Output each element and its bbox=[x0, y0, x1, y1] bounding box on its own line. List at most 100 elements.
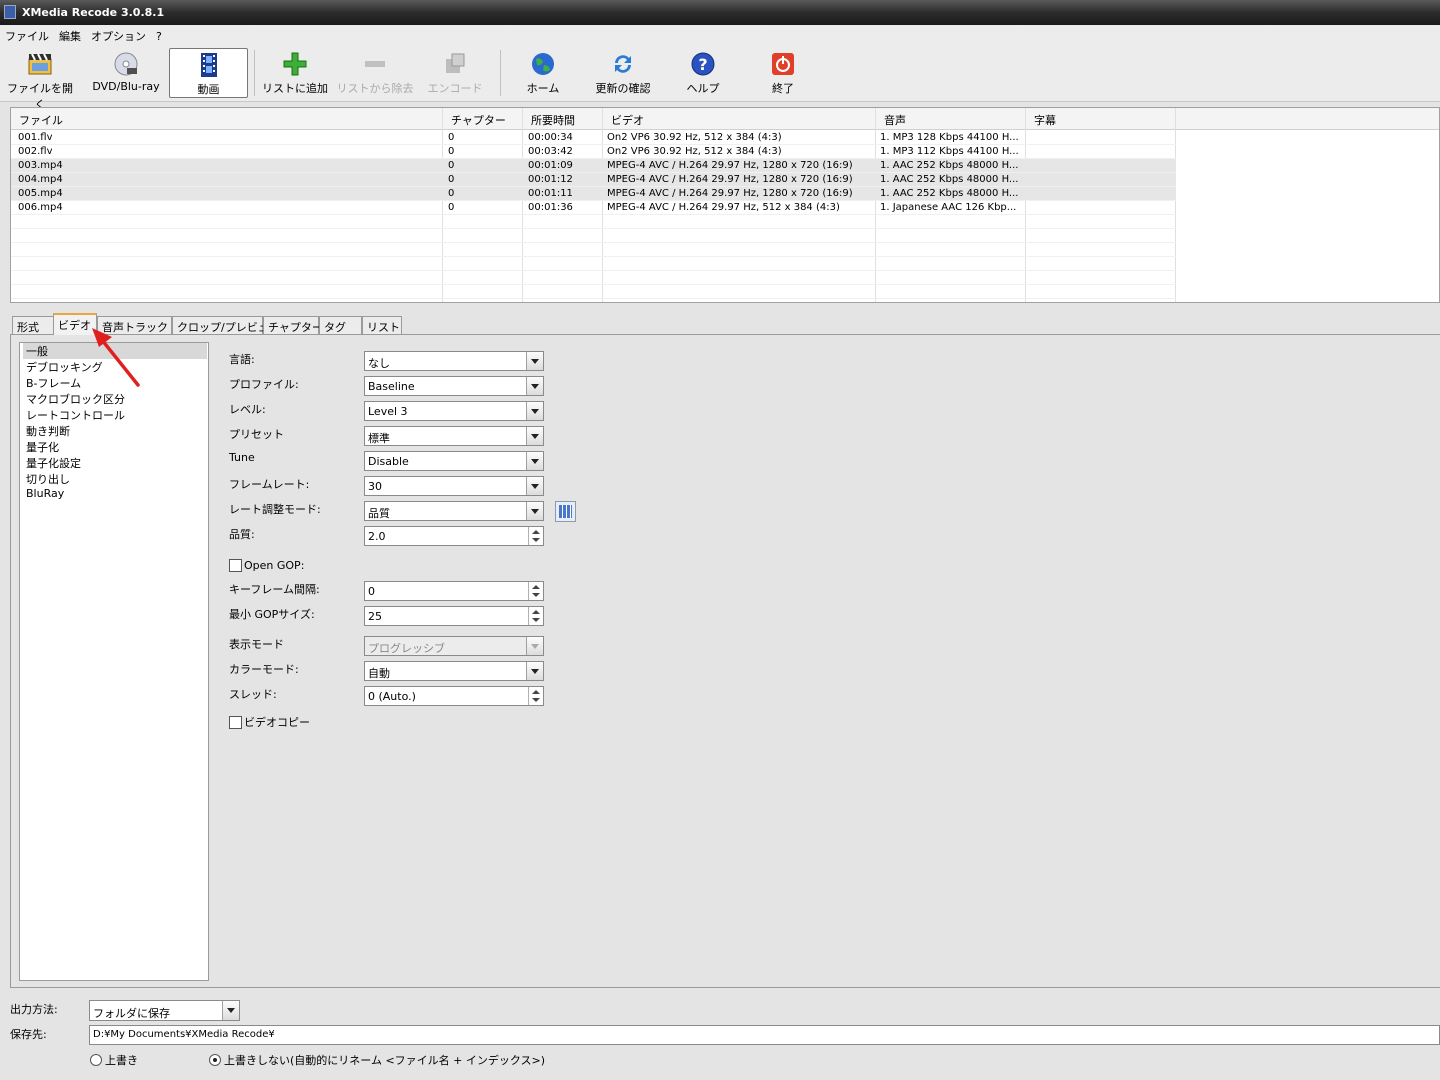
encode-icon bbox=[446, 53, 465, 73]
chevron-down-icon[interactable] bbox=[526, 662, 543, 680]
arrow-down-icon[interactable] bbox=[532, 593, 540, 597]
chevron-down-icon[interactable] bbox=[526, 402, 543, 420]
help-label: ヘルプ bbox=[686, 82, 720, 95]
tune-select[interactable]: Disable bbox=[364, 451, 544, 471]
thread-stepper[interactable]: 0 (Auto.) bbox=[364, 686, 544, 706]
chevron-down-icon[interactable] bbox=[526, 452, 543, 470]
rate-mode-select[interactable]: 品質 bbox=[364, 501, 544, 521]
video-copy-checkbox[interactable]: ビデオコピー bbox=[229, 714, 310, 730]
arrow-down-icon[interactable] bbox=[532, 618, 540, 622]
no-overwrite-radio[interactable]: 上書きしない(自動的にリネーム <ファイル名 + インデックス>) bbox=[209, 1052, 545, 1068]
cell-file: 004.mp4 bbox=[18, 174, 63, 185]
chevron-down-icon[interactable] bbox=[526, 477, 543, 495]
refresh-icon bbox=[615, 55, 631, 73]
spin-buttons[interactable] bbox=[528, 687, 543, 705]
help-button[interactable]: ? ヘルプ bbox=[672, 48, 734, 98]
category-list[interactable]: 一般 デブロッキング B-フレーム マクロブロック区分 レートコントロール 動き… bbox=[19, 342, 209, 981]
category-trim[interactable]: 切り出し bbox=[23, 471, 207, 487]
checkbox-box[interactable] bbox=[229, 559, 242, 572]
radio-button[interactable] bbox=[209, 1054, 221, 1066]
overwrite-radio[interactable]: 上書き bbox=[90, 1052, 138, 1068]
category-quant-settings[interactable]: 量子化設定 bbox=[23, 455, 207, 471]
tab-list[interactable]: リスト bbox=[362, 316, 402, 334]
profile-select[interactable]: Baseline bbox=[364, 376, 544, 396]
title-bar: XMedia Recode 3.0.8.1 bbox=[0, 0, 1440, 25]
cell-duration: 00:01:36 bbox=[528, 202, 573, 213]
spin-buttons[interactable] bbox=[528, 527, 543, 545]
column-header-subtitle[interactable]: 字幕 bbox=[1034, 112, 1056, 128]
file-list[interactable]: ファイル チャプター 所要時間 ビデオ 音声 字幕 001.flv 0 00:00:… bbox=[10, 107, 1440, 303]
table-row[interactable]: 002.flv 0 00:03:42 On2 VP6 30.92 Hz, 512 x … bbox=[11, 145, 1176, 159]
radio-button[interactable] bbox=[90, 1054, 102, 1066]
thread-label: スレッド: bbox=[229, 688, 277, 701]
open-file-button[interactable]: ファイルを開く bbox=[4, 48, 76, 111]
chevron-down-icon[interactable] bbox=[526, 377, 543, 395]
encode-button[interactable]: エンコード bbox=[424, 48, 486, 98]
bitrate-calculator-button[interactable] bbox=[555, 501, 576, 522]
language-select[interactable]: なし bbox=[364, 351, 544, 371]
tab-crop-preview[interactable]: クロップ/プレビュー bbox=[172, 316, 280, 334]
tab-format[interactable]: 形式 bbox=[12, 316, 54, 334]
category-motion[interactable]: 動き判断 bbox=[23, 423, 207, 439]
column-header-video[interactable]: ビデオ bbox=[611, 112, 644, 128]
exit-button[interactable]: 終了 bbox=[752, 48, 814, 98]
column-header-audio[interactable]: 音声 bbox=[884, 112, 906, 128]
min-gop-stepper[interactable]: 25 bbox=[364, 606, 544, 626]
level-select[interactable]: Level 3 bbox=[364, 401, 544, 421]
arrow-up-icon[interactable] bbox=[532, 610, 540, 614]
chevron-down-icon[interactable] bbox=[526, 352, 543, 370]
framerate-select[interactable]: 30 bbox=[364, 476, 544, 496]
category-quantization[interactable]: 量子化 bbox=[23, 439, 207, 455]
preset-select[interactable]: 標準 bbox=[364, 426, 544, 446]
arrow-up-icon[interactable] bbox=[532, 530, 540, 534]
framerate-label: フレームレート: bbox=[229, 478, 310, 491]
quality-value: 2.0 bbox=[368, 530, 386, 543]
destination-path-field[interactable]: D:¥My Documents¥XMedia Recode¥ bbox=[89, 1025, 1440, 1045]
category-macroblock[interactable]: マクロブロック区分 bbox=[23, 391, 207, 407]
min-gop-value: 25 bbox=[368, 610, 382, 623]
table-row[interactable]: 006.mp4 0 00:01:36 MPEG-4 AVC / H.264 29.97… bbox=[11, 201, 1176, 215]
arrow-up-icon[interactable] bbox=[532, 690, 540, 694]
cell-video: On2 VP6 30.92 Hz, 512 x 384 (4:3) bbox=[607, 146, 782, 157]
arrow-up-icon[interactable] bbox=[532, 585, 540, 589]
table-row[interactable]: 001.flv 0 00:00:34 On2 VP6 30.92 Hz, 512 x … bbox=[11, 131, 1176, 145]
home-button[interactable]: ホーム bbox=[512, 48, 574, 98]
output-method-select[interactable]: フォルダに保存 bbox=[89, 1000, 240, 1021]
window-title: XMedia Recode 3.0.8.1 bbox=[22, 6, 165, 19]
menu-file[interactable]: ファイル bbox=[0, 25, 54, 44]
dvd-bluray-button[interactable]: DVD/Blu-ray bbox=[90, 48, 162, 98]
chevron-down-icon[interactable] bbox=[526, 427, 543, 445]
spin-buttons[interactable] bbox=[528, 607, 543, 625]
color-mode-select[interactable]: 自動 bbox=[364, 661, 544, 681]
table-row[interactable]: 004.mp4 0 00:01:12 MPEG-4 AVC / H.264 29.97… bbox=[11, 173, 1176, 187]
menu-options[interactable]: オプション bbox=[86, 25, 151, 44]
cell-audio: 1. AAC 252 Kbps 48000 H... bbox=[880, 174, 1019, 185]
quality-stepper[interactable]: 2.0 bbox=[364, 526, 544, 546]
tab-chapter[interactable]: チャプター bbox=[263, 316, 323, 334]
video-button[interactable]: 動画 bbox=[169, 48, 248, 98]
column-header-file[interactable]: ファイル bbox=[19, 112, 63, 128]
menu-help[interactable]: ? bbox=[151, 27, 167, 43]
checkbox-box[interactable] bbox=[229, 716, 242, 729]
check-update-button[interactable]: 更新の確認 bbox=[588, 48, 658, 98]
add-to-list-button[interactable]: リストに追加 bbox=[260, 48, 330, 98]
menu-edit[interactable]: 編集 bbox=[54, 25, 86, 44]
column-header-duration[interactable]: 所要時間 bbox=[531, 112, 575, 128]
arrow-down-icon[interactable] bbox=[532, 698, 540, 702]
plus-icon bbox=[283, 52, 307, 76]
table-row[interactable]: 003.mp4 0 00:01:09 MPEG-4 AVC / H.264 29.97… bbox=[11, 159, 1176, 173]
arrow-down-icon[interactable] bbox=[532, 538, 540, 542]
remove-from-list-button[interactable]: リストから除去 bbox=[336, 48, 414, 98]
column-header-chapter[interactable]: チャプター bbox=[451, 112, 506, 128]
chevron-down-icon[interactable] bbox=[222, 1001, 239, 1020]
category-bluray[interactable]: BluRay bbox=[23, 487, 207, 503]
keyframe-interval-stepper[interactable]: 0 bbox=[364, 581, 544, 601]
open-gop-checkbox[interactable]: Open GOP: bbox=[229, 559, 304, 572]
chevron-down-icon[interactable] bbox=[526, 502, 543, 520]
category-rate-control[interactable]: レートコントロール bbox=[23, 407, 207, 423]
exit-label: 終了 bbox=[772, 82, 794, 95]
spin-buttons[interactable] bbox=[528, 582, 543, 600]
cell-audio: 1. AAC 252 Kbps 48000 H... bbox=[880, 160, 1019, 171]
tab-tag[interactable]: タグ bbox=[319, 316, 362, 334]
table-row[interactable]: 005.mp4 0 00:01:11 MPEG-4 AVC / H.264 29.97… bbox=[11, 187, 1176, 201]
